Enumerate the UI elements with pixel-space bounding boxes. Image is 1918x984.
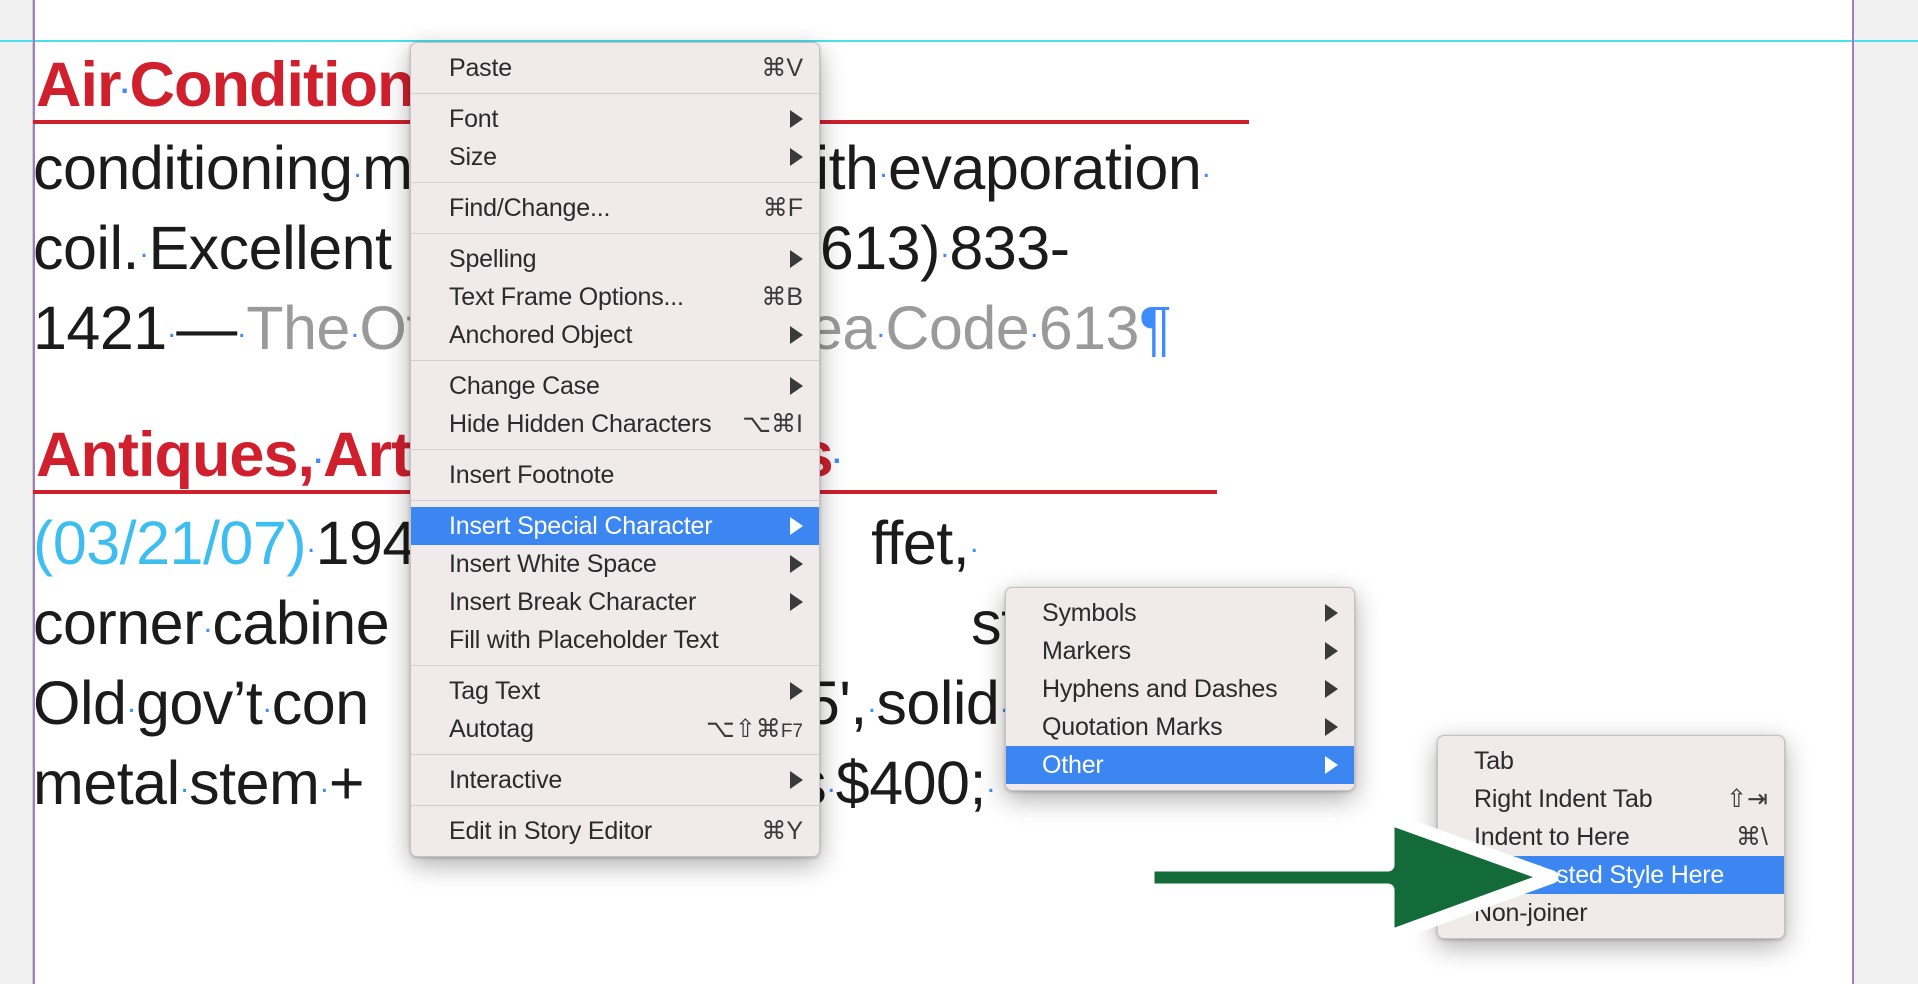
menu-item-non-joiner[interactable]: Non-joiner bbox=[1438, 894, 1784, 932]
menu-item-insert-white-space[interactable]: Insert White Space bbox=[411, 545, 819, 583]
menu-item-label: Tag Text bbox=[449, 676, 541, 705]
menu-item-label: Indent to Here bbox=[1474, 822, 1630, 851]
submenu-arrow-icon bbox=[1325, 756, 1338, 774]
submenu-arrow-icon bbox=[790, 377, 803, 395]
submenu-arrow-icon bbox=[790, 250, 803, 268]
menu-item-interactive[interactable]: Interactive bbox=[411, 761, 819, 799]
menu-item-text-frame-options[interactable]: Text Frame Options... ⌘B bbox=[411, 278, 819, 316]
pasteboard-left bbox=[0, 0, 33, 984]
menu-item-label: Find/Change... bbox=[449, 193, 611, 222]
menu-item-insert-footnote[interactable]: Insert Footnote bbox=[411, 456, 819, 494]
menu-item-shortcut: ⌥⇧⌘F7 bbox=[706, 715, 803, 743]
menu-item-label: Fill with Placeholder Text bbox=[449, 625, 719, 654]
menu-item-markers[interactable]: Markers bbox=[1006, 632, 1354, 670]
menu-item-label: Anchored Object bbox=[449, 320, 633, 349]
menu-item-symbols[interactable]: Symbols bbox=[1006, 594, 1354, 632]
submenu-arrow-icon bbox=[1325, 718, 1338, 736]
menu-item-shortcut: ⌘V bbox=[761, 54, 803, 82]
submenu-arrow-icon bbox=[1325, 604, 1338, 622]
menu-item-label: Insert White Space bbox=[449, 549, 657, 578]
menu-item-size[interactable]: Size bbox=[411, 138, 819, 176]
menu-item-label: Hyphens and Dashes bbox=[1042, 674, 1278, 703]
menu-item-label: Paste bbox=[449, 53, 512, 82]
menu-item-right-indent-tab[interactable]: Right Indent Tab ⇧⇥ bbox=[1438, 780, 1784, 818]
menu-item-tag-text[interactable]: Tag Text bbox=[411, 672, 819, 710]
menu-item-shortcut: ⌘F bbox=[762, 194, 803, 222]
menu-item-shortcut: ⌘\ bbox=[1736, 823, 1768, 851]
menu-item-label: Markers bbox=[1042, 636, 1131, 665]
menu-item-edit-in-story-editor[interactable]: Edit in Story Editor ⌘Y bbox=[411, 812, 819, 850]
menu-item-label: End Nested Style Here bbox=[1474, 860, 1725, 889]
menu-item-find-change[interactable]: Find/Change... ⌘F bbox=[411, 189, 819, 227]
menu-item-anchored-object[interactable]: Anchored Object bbox=[411, 316, 819, 354]
horizontal-guide bbox=[0, 40, 1918, 42]
menu-item-label: Quotation Marks bbox=[1042, 712, 1223, 741]
submenu-arrow-icon bbox=[790, 148, 803, 166]
submenu-arrow-icon bbox=[790, 771, 803, 789]
menu-item-label: Hide Hidden Characters bbox=[449, 409, 712, 438]
other-submenu[interactable]: Tab Right Indent Tab ⇧⇥ Indent to Here ⌘\ End… bbox=[1437, 735, 1785, 939]
menu-item-label: Autotag bbox=[449, 714, 534, 743]
menu-separator bbox=[411, 805, 819, 806]
menu-item-change-case[interactable]: Change Case bbox=[411, 367, 819, 405]
menu-item-label: Change Case bbox=[449, 371, 600, 400]
menu-item-label: Size bbox=[449, 142, 497, 171]
menu-item-insert-break-character[interactable]: Insert Break Character bbox=[411, 583, 819, 621]
menu-item-label: Non-joiner bbox=[1474, 898, 1588, 927]
menu-item-quotation-marks[interactable]: Quotation Marks bbox=[1006, 708, 1354, 746]
menu-item-spelling[interactable]: Spelling bbox=[411, 240, 819, 278]
menu-item-label: Symbols bbox=[1042, 598, 1137, 627]
menu-item-label: Right Indent Tab bbox=[1474, 784, 1653, 813]
menu-item-label: Font bbox=[449, 104, 499, 133]
menu-item-label: Tab bbox=[1474, 746, 1514, 775]
menu-item-label: Edit in Story Editor bbox=[449, 816, 653, 845]
menu-item-fill-with-placeholder-text[interactable]: Fill with Placeholder Text bbox=[411, 621, 819, 659]
screenshot-root: Air·Conditioning· conditioning·machinesh… bbox=[0, 0, 1918, 984]
menu-item-label: Insert Break Character bbox=[449, 587, 697, 616]
text-context-menu[interactable]: Paste ⌘V Font Size Find/Change... ⌘F Spelling T… bbox=[410, 42, 820, 857]
submenu-arrow-icon bbox=[790, 555, 803, 573]
menu-separator bbox=[411, 360, 819, 361]
menu-item-label: Insert Special Character bbox=[449, 511, 713, 540]
menu-item-shortcut: ⌥⌘I bbox=[742, 410, 803, 438]
menu-item-label: Interactive bbox=[449, 765, 563, 794]
insert-special-character-submenu[interactable]: Symbols Markers Hyphens and Dashes Quotatio… bbox=[1005, 587, 1355, 791]
menu-separator bbox=[411, 449, 819, 450]
menu-item-label: Insert Footnote bbox=[449, 460, 615, 489]
menu-item-autotag[interactable]: Autotag ⌥⇧⌘F7 bbox=[411, 710, 819, 748]
submenu-arrow-icon bbox=[790, 517, 803, 535]
right-margin-guide bbox=[1852, 0, 1854, 984]
menu-item-paste[interactable]: Paste ⌘V bbox=[411, 49, 819, 87]
menu-separator bbox=[411, 665, 819, 666]
menu-separator bbox=[411, 182, 819, 183]
menu-separator bbox=[411, 754, 819, 755]
menu-separator bbox=[411, 93, 819, 94]
submenu-arrow-icon bbox=[1325, 680, 1338, 698]
menu-item-other[interactable]: Other bbox=[1006, 746, 1354, 784]
menu-item-shortcut: ⌘B bbox=[761, 283, 803, 311]
menu-separator bbox=[411, 500, 819, 501]
submenu-arrow-icon bbox=[790, 682, 803, 700]
menu-item-tab[interactable]: Tab bbox=[1438, 742, 1784, 780]
menu-item-label: Text Frame Options... bbox=[449, 282, 684, 311]
submenu-arrow-icon bbox=[790, 593, 803, 611]
menu-item-label: Other bbox=[1042, 750, 1104, 779]
menu-item-end-nested-style-here[interactable]: End Nested Style Here bbox=[1438, 856, 1784, 894]
pasteboard-right bbox=[1853, 0, 1918, 984]
menu-separator bbox=[411, 233, 819, 234]
menu-item-label: Spelling bbox=[449, 244, 537, 273]
menu-item-insert-special-character[interactable]: Insert Special Character bbox=[411, 507, 819, 545]
menu-item-hyphens-and-dashes[interactable]: Hyphens and Dashes bbox=[1006, 670, 1354, 708]
menu-item-shortcut: ⌘Y bbox=[761, 817, 803, 845]
menu-item-indent-to-here[interactable]: Indent to Here ⌘\ bbox=[1438, 818, 1784, 856]
menu-item-font[interactable]: Font bbox=[411, 100, 819, 138]
menu-item-hide-hidden-characters[interactable]: Hide Hidden Characters ⌥⌘I bbox=[411, 405, 819, 443]
menu-item-shortcut: ⇧⇥ bbox=[1726, 785, 1768, 813]
submenu-arrow-icon bbox=[1325, 642, 1338, 660]
submenu-arrow-icon bbox=[790, 326, 803, 344]
submenu-arrow-icon bbox=[790, 110, 803, 128]
